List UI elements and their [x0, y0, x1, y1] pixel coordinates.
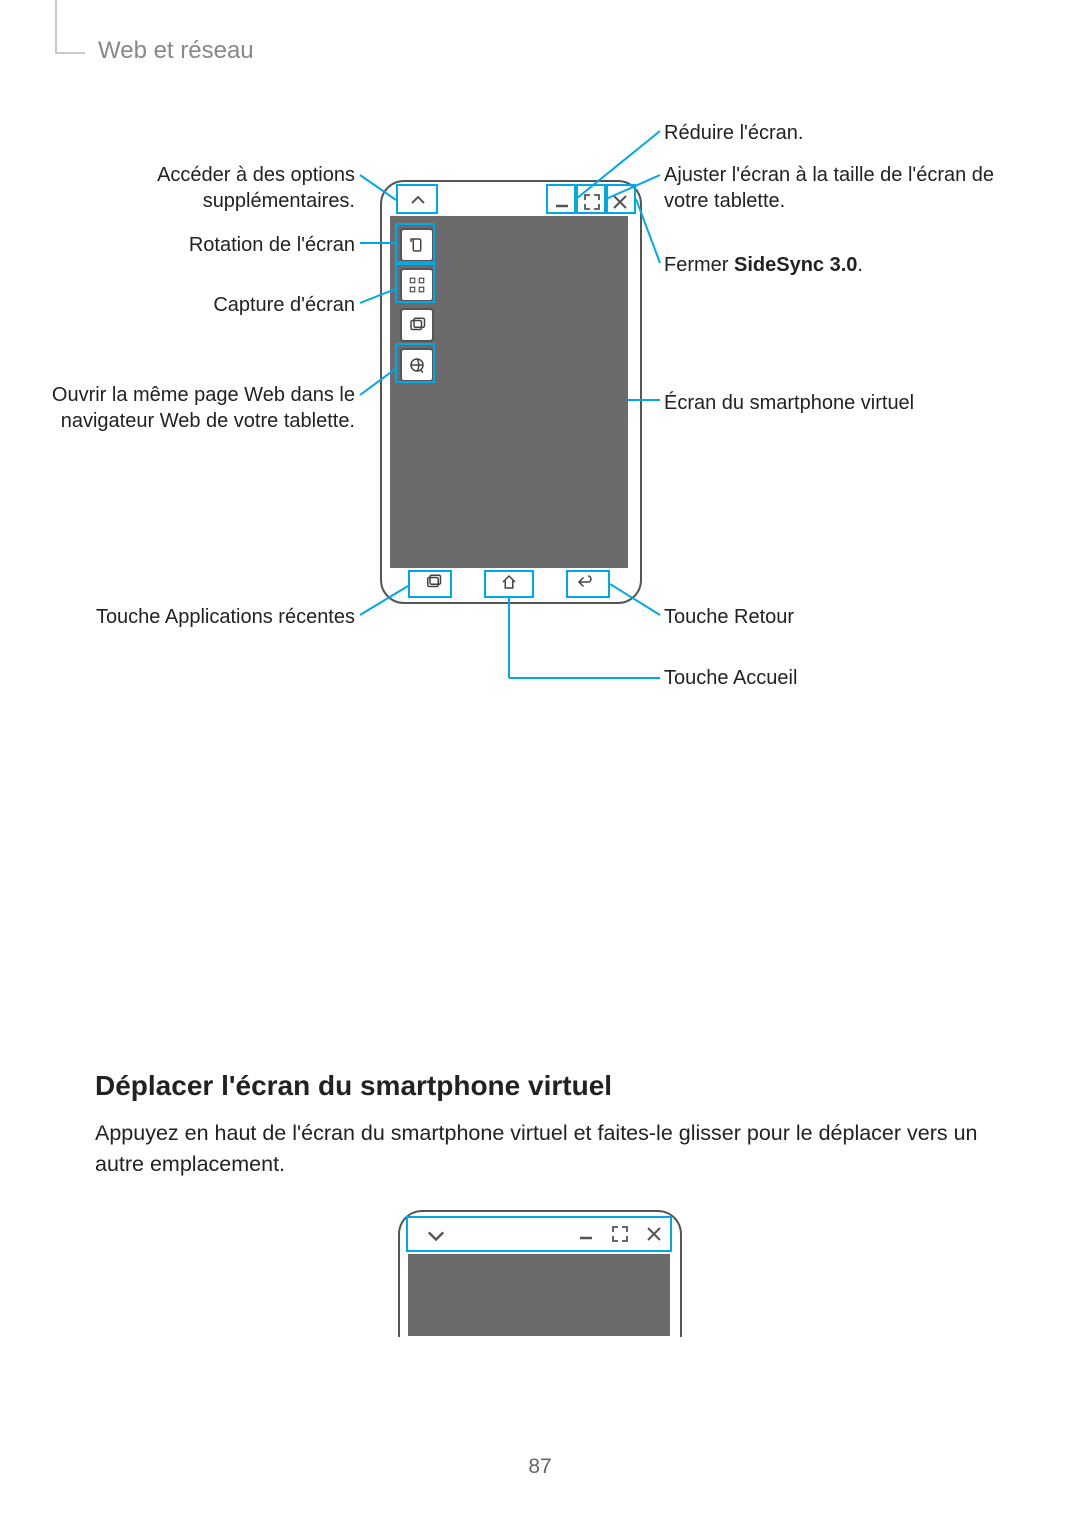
main-diagram: Accéder à des options supplémentaires. R…	[0, 120, 1080, 1000]
highlight-drag-strip	[406, 1216, 672, 1252]
mini-phone-screen	[408, 1254, 670, 1336]
sub-heading: Déplacer l'écran du smartphone virtuel	[95, 1070, 612, 1102]
corner-divider-horizontal	[55, 52, 85, 54]
section-title: Web et réseau	[98, 37, 254, 65]
page-number: 87	[0, 1455, 1080, 1479]
corner-divider-vertical	[55, 0, 57, 52]
paragraph: Appuyez en haut de l'écran du smartphone…	[95, 1118, 985, 1180]
callout-lines	[0, 120, 1080, 820]
mini-diagram	[398, 1210, 682, 1335]
